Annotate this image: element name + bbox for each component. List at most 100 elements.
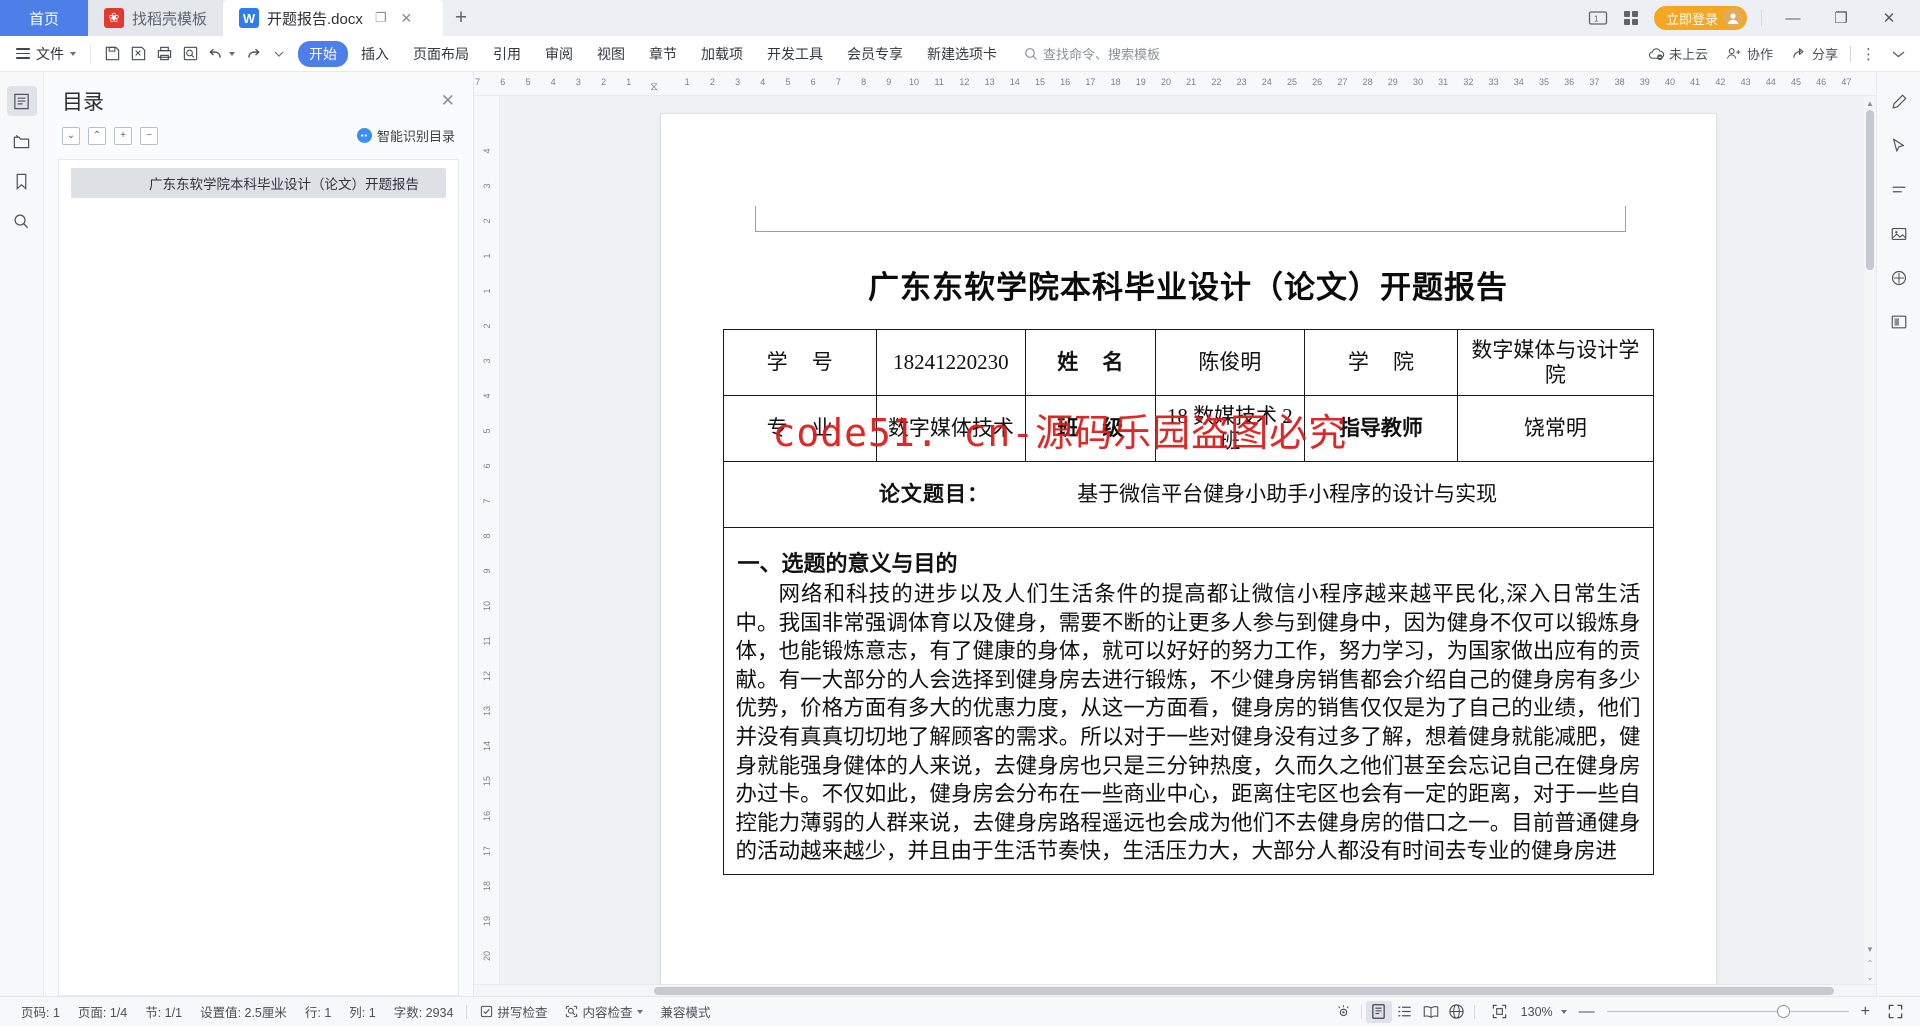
ribbon-tab-review[interactable]: 审阅 (534, 41, 584, 67)
ruler-tick: 3 (481, 183, 492, 189)
rail-search-icon[interactable] (7, 206, 37, 236)
status-spell-check[interactable]: 拼写检查 (471, 1002, 556, 1021)
zoom-out-button[interactable]: — (1575, 1003, 1599, 1021)
document-page[interactable]: code51. cn-源码乐园盗图必究 广东东软学院本科毕业设计（论文）开题报告… (660, 114, 1716, 984)
ribbon-tab-developer[interactable]: 开发工具 (756, 41, 834, 67)
horizontal-ruler[interactable]: 8765432112345678910111213141516171819202… (474, 72, 1876, 96)
zoom-slider[interactable] (1606, 1005, 1849, 1019)
tab-daoke-template[interactable]: ❀ 找稻壳模板 (88, 0, 224, 36)
rail-toc-icon[interactable] (6, 86, 37, 116)
page-view-icon[interactable] (1365, 1000, 1392, 1023)
status-word-count[interactable]: 字数: 2934 (385, 1002, 463, 1021)
prev-page-icon[interactable]: ⌃ (1864, 956, 1876, 970)
reading-view-icon[interactable] (1418, 1001, 1444, 1023)
image-icon[interactable] (1885, 220, 1913, 248)
next-page-icon[interactable]: ⌄ (1864, 970, 1876, 984)
fit-page-icon[interactable] (1487, 1001, 1513, 1023)
pen-icon[interactable] (1885, 88, 1913, 116)
fullscreen-icon[interactable] (1882, 1001, 1908, 1023)
file-menu-button[interactable]: 文件 (10, 44, 82, 64)
ribbon-tab-view[interactable]: 视图 (586, 41, 636, 67)
chevron-down-icon[interactable] (636, 1009, 643, 1014)
ruler-tick: 25 (1286, 77, 1298, 87)
undo-dropdown-icon[interactable] (229, 51, 235, 56)
layout-icon[interactable] (1885, 308, 1913, 336)
collaborate-button[interactable]: 协作 (1720, 44, 1779, 63)
tab-restore-icon[interactable]: ❐ (375, 10, 387, 26)
close-icon[interactable]: ✕ (441, 91, 455, 111)
minimize-button[interactable]: — (1776, 3, 1810, 33)
ribbon-tab-member[interactable]: 会员专享 (836, 41, 914, 67)
indent-marker[interactable]: ⧖ (650, 81, 658, 94)
vertical-ruler[interactable]: 4 3 2 1 1 2 3 4 5 6 7 8 9 10 11 12 13 14 15 16 17 18 19 20 (474, 96, 500, 984)
outline-view-icon[interactable] (1392, 1001, 1418, 1023)
eye-icon[interactable] (1331, 1001, 1357, 1023)
ribbon-tab-start[interactable]: 开始 (298, 40, 348, 67)
lines-icon[interactable] (1885, 176, 1913, 204)
tab-home[interactable]: 首页 (0, 0, 88, 36)
search-input[interactable]: 查找命令、搜索模板 (1024, 44, 1160, 63)
ribbon-toolbar: 文件 开始 插入 页面布局 引用 审阅 视图 章节 加载项 开发工具 会员专享 … (0, 36, 1920, 72)
cloud-status-button[interactable]: 未上云 (1642, 44, 1714, 63)
tab-document[interactable]: W 开题报告.docx ❐ ✕ (223, 0, 444, 36)
minus-icon[interactable]: − (140, 126, 158, 145)
cursor-icon[interactable] (1885, 132, 1913, 160)
redo-icon[interactable] (240, 41, 266, 67)
horizontal-scroll-thumb[interactable] (654, 987, 1834, 995)
ribbon-tab-page-layout[interactable]: 页面布局 (402, 41, 480, 67)
zoom-dropdown-icon[interactable] (1560, 1009, 1567, 1014)
status-content-check[interactable]: 内容检查 (556, 1002, 651, 1021)
rail-bookmark-icon[interactable] (7, 166, 37, 196)
search-placeholder: 查找命令、搜索模板 (1043, 47, 1161, 62)
tab-close-icon[interactable]: ✕ (401, 11, 413, 25)
collapse-up-icon[interactable]: ⌃ (88, 126, 106, 145)
collapse-ribbon-icon[interactable] (1887, 49, 1910, 59)
horizontal-scrollbar[interactable] (474, 984, 1876, 996)
toc-entry[interactable]: 广东东软学院本科毕业设计（论文）开题报告 (71, 168, 446, 198)
login-button[interactable]: 立即登录 (1653, 6, 1747, 30)
ruler-tick: 20 (1160, 77, 1172, 87)
ribbon-tab-addins[interactable]: 加载项 (690, 41, 754, 67)
vertical-scrollbar[interactable]: ▲ ▼ ⌃ ⌄ (1864, 96, 1876, 984)
undo-icon[interactable] (203, 41, 229, 67)
share-button[interactable]: 分享 (1785, 44, 1844, 63)
zoom-in-button[interactable]: + (1857, 1003, 1874, 1021)
print-preview-icon[interactable] (177, 41, 203, 67)
ribbon-tab-references[interactable]: 引用 (482, 41, 532, 67)
rail-folder-icon[interactable] (7, 126, 37, 156)
ribbon-tab-new-tab[interactable]: 新建选项卡 (916, 41, 1008, 67)
vertical-ruler-ticks: 4 3 2 1 1 2 3 4 5 6 7 8 9 10 11 12 13 14 15 16 17 18 19 20 (474, 96, 499, 984)
status-section[interactable]: 节: 1/1 (136, 1002, 191, 1021)
single-page-icon[interactable]: 1 (1588, 10, 1608, 26)
print-icon[interactable] (151, 41, 177, 67)
plus-icon[interactable]: + (114, 126, 132, 145)
grid-view-icon[interactable] (1622, 9, 1640, 27)
status-col[interactable]: 列: 1 (340, 1002, 384, 1021)
web-view-icon[interactable] (1444, 1001, 1470, 1023)
shapes-icon[interactable] (1885, 264, 1913, 292)
zoom-level-label[interactable]: 130% (1521, 1005, 1553, 1019)
save-as-icon[interactable] (125, 41, 151, 67)
close-button[interactable]: ✕ (1872, 3, 1906, 33)
status-compat-mode[interactable]: 兼容模式 (652, 1002, 720, 1021)
ruler-tick: 4 (550, 77, 556, 87)
expand-down-icon[interactable]: ⌄ (62, 126, 80, 145)
status-page-of[interactable]: 页面: 1/4 (69, 1002, 136, 1021)
customize-quick-access-icon[interactable] (266, 41, 292, 67)
scroll-down-icon[interactable]: ▼ (1864, 942, 1876, 956)
save-icon[interactable] (99, 41, 125, 67)
more-options-icon[interactable]: ⋮ (1857, 45, 1881, 63)
ribbon-tab-chapter[interactable]: 章节 (638, 41, 688, 67)
smart-toc-button[interactable]: 智能识别目录 (356, 126, 455, 145)
status-row[interactable]: 行: 1 (296, 1002, 340, 1021)
vertical-scroll-thumb[interactable] (1866, 110, 1874, 270)
status-page-number[interactable]: 页码: 1 (12, 1002, 69, 1021)
scroll-up-icon[interactable]: ▲ (1864, 96, 1876, 110)
collaborate-label: 协作 (1746, 47, 1773, 62)
left-icon-rail (0, 72, 44, 996)
status-setting-value[interactable]: 设置值: 2.5厘米 (191, 1002, 296, 1021)
maximize-button[interactable]: ❐ (1824, 3, 1858, 33)
zoom-slider-knob[interactable] (1776, 1005, 1790, 1018)
new-tab-button[interactable]: + (443, 0, 479, 36)
ribbon-tab-insert[interactable]: 插入 (350, 41, 400, 67)
